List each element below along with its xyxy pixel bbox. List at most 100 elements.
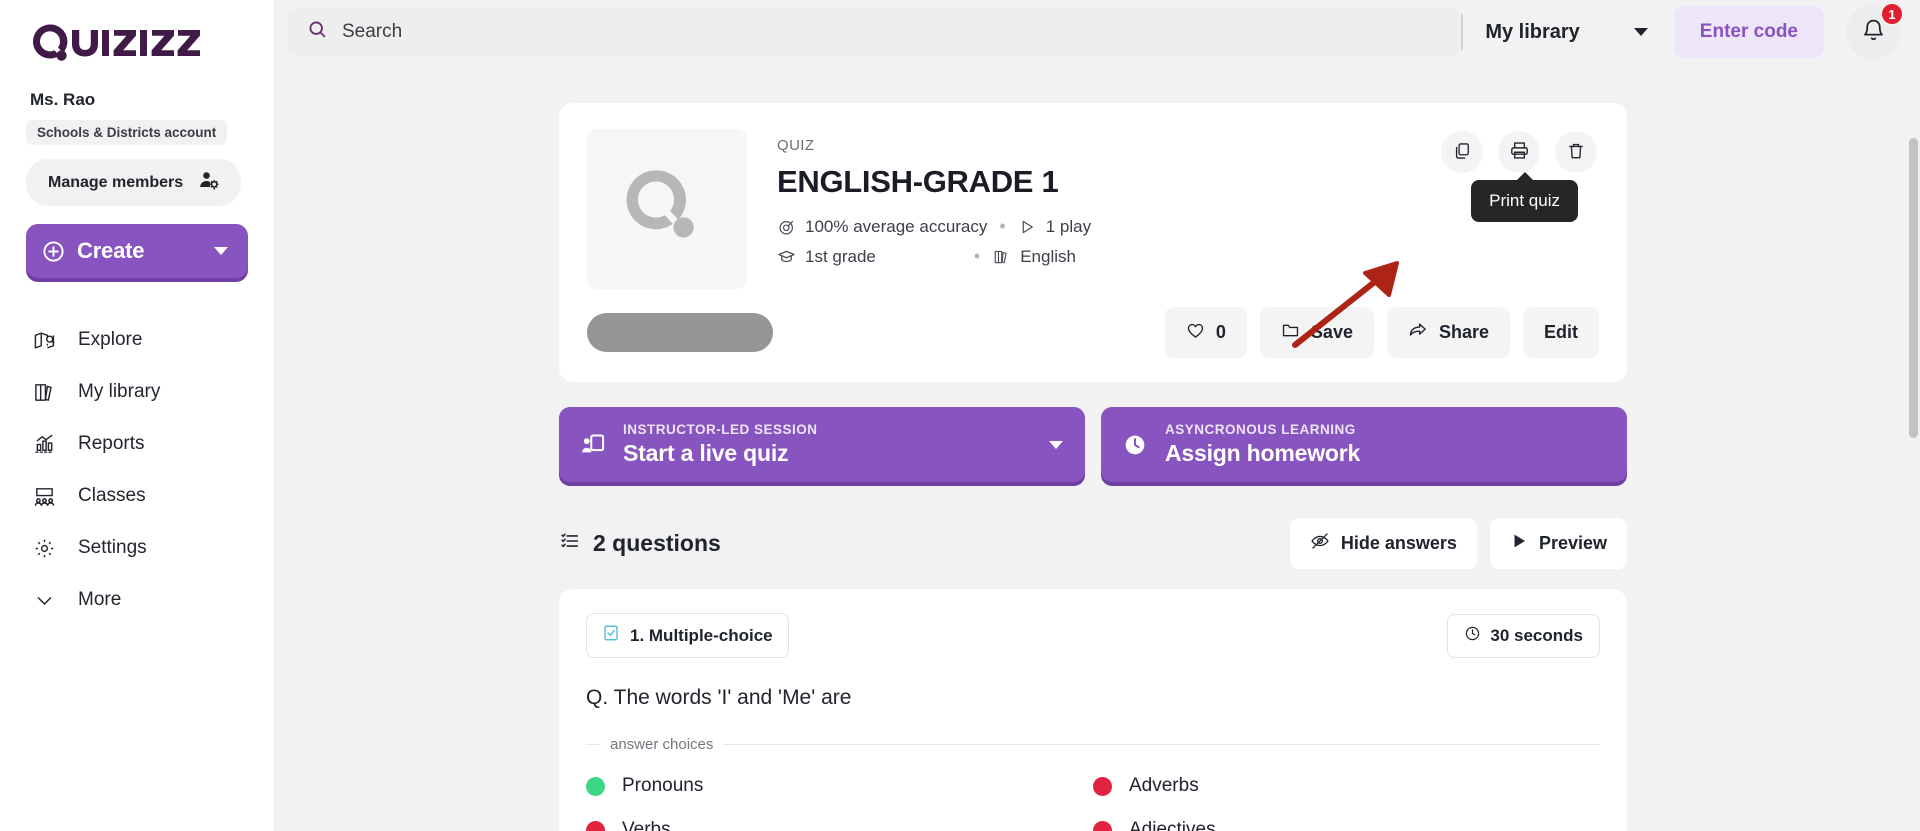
duplicate-quiz-button[interactable]: [1441, 131, 1483, 173]
sidebar-item-more[interactable]: More: [0, 574, 274, 626]
quizizz-logo-text: [30, 22, 274, 62]
manage-user-icon: [199, 170, 219, 195]
quiz-meta-row-tags: 1st grade •: [777, 246, 1599, 267]
subject-text: English: [1020, 247, 1076, 267]
questions-tool-buttons: Hide answers Preview: [1290, 518, 1627, 569]
play-icon: [1510, 532, 1528, 555]
library-selector[interactable]: My library: [1461, 14, 1647, 50]
question-type-label: 1. Multiple-choice: [630, 626, 773, 646]
graduation-cap-icon: [777, 247, 796, 266]
save-button[interactable]: Save: [1260, 307, 1374, 358]
hide-answers-button[interactable]: Hide answers: [1290, 518, 1477, 569]
questions-count-label: 2 questions: [593, 530, 721, 557]
question-time-label: 30 seconds: [1490, 626, 1583, 646]
present-screen-icon: [579, 431, 607, 459]
answer-text: Verbs: [622, 819, 671, 831]
notifications-button[interactable]: 1: [1846, 5, 1900, 59]
answer-choices-label: answer choices: [610, 736, 713, 753]
create-button-label: Create: [77, 238, 202, 264]
answer-status-dot: [586, 777, 605, 796]
user-name: Ms. Rao: [30, 90, 274, 110]
clock-icon: [1464, 625, 1481, 647]
session-label: Assign homework: [1165, 440, 1360, 467]
answer-text: Pronouns: [622, 775, 703, 797]
search-icon: [307, 19, 328, 45]
session-kicker: ASYNCRONOUS LEARNING: [1165, 422, 1360, 437]
questions-count: 2 questions: [559, 530, 721, 558]
session-label: Start a live quiz: [623, 440, 818, 467]
create-button[interactable]: Create: [26, 224, 248, 278]
quizizz-wordmark-icon: [30, 22, 230, 62]
sidebar-item-label: Explore: [78, 329, 142, 351]
sidebar-item-my-library[interactable]: My library: [0, 366, 274, 418]
session-buttons-row: INSTRUCTOR-LED SESSION Start a live quiz: [559, 407, 1627, 482]
sidebar-item-settings[interactable]: Settings: [0, 522, 274, 574]
plays-text: 1 play: [1046, 217, 1091, 237]
plus-circle-icon: [42, 240, 65, 263]
answer-choices-legend: answer choices: [586, 736, 1600, 753]
question-card: 1. Multiple-choice 30 seconds: [559, 589, 1627, 831]
search-input[interactable]: Search: [287, 8, 1461, 56]
question-card-header: 1. Multiple-choice 30 seconds: [586, 613, 1600, 658]
sidebar-item-label: My library: [78, 381, 160, 403]
enter-code-button[interactable]: Enter code: [1674, 6, 1824, 58]
chevron-down-icon: [1634, 28, 1648, 36]
quiz-icon-actions: [1441, 131, 1597, 173]
edit-button[interactable]: Edit: [1523, 307, 1599, 358]
sidebar-item-reports[interactable]: Reports: [0, 418, 274, 470]
accuracy-text: 100% average accuracy: [805, 217, 987, 237]
search-placeholder: Search: [342, 21, 402, 43]
preview-label: Preview: [1539, 533, 1607, 554]
folder-icon: [1281, 321, 1300, 345]
manage-members-label: Manage members: [48, 174, 183, 192]
play-icon: [1018, 217, 1037, 236]
eye-off-icon: [1310, 531, 1330, 556]
sidebar-item-classes[interactable]: Classes: [0, 470, 274, 522]
delete-quiz-button[interactable]: [1555, 131, 1597, 173]
like-count: 0: [1216, 322, 1226, 343]
top-bar: Search My library Enter code 1: [275, 0, 1920, 64]
answer-choice: Pronouns: [586, 775, 1093, 797]
sidebar-item-label: Classes: [78, 485, 146, 507]
print-quiz-button[interactable]: [1498, 131, 1540, 173]
legend-line-right: [723, 744, 1600, 745]
meta-separator: •: [974, 246, 980, 267]
like-button[interactable]: 0: [1165, 307, 1247, 358]
grade-text: 1st grade: [805, 247, 876, 267]
sidebar-item-explore[interactable]: Explore: [0, 314, 274, 366]
session-kicker: INSTRUCTOR-LED SESSION: [623, 422, 818, 437]
chevron-down-icon: [32, 588, 56, 612]
grade-tag: 1st grade: [777, 247, 876, 267]
bar-chart-icon: [32, 432, 56, 456]
answer-status-dot: [586, 821, 605, 831]
questions-toolbar: 2 questions Hide answers: [559, 518, 1627, 569]
library-selector-label: My library: [1485, 21, 1579, 44]
meta-separator: •: [999, 216, 1005, 237]
logo[interactable]: [0, 0, 274, 62]
start-live-quiz-button[interactable]: INSTRUCTOR-LED SESSION Start a live quiz: [559, 407, 1085, 482]
quizizz-placeholder-icon: [621, 163, 713, 255]
quiz-action-buttons: 0 Save: [1165, 307, 1599, 358]
preview-button[interactable]: Preview: [1490, 518, 1627, 569]
sidebar-item-label: Reports: [78, 433, 145, 455]
scrollbar-track[interactable]: [1907, 128, 1920, 831]
gear-icon: [32, 536, 56, 560]
answer-choice: Verbs: [586, 819, 1093, 831]
target-accuracy-icon: [777, 217, 796, 236]
assign-homework-button[interactable]: ASYNCRONOUS LEARNING Assign homework: [1101, 407, 1627, 482]
bell-icon: [1861, 18, 1886, 46]
scrollbar-thumb[interactable]: [1909, 138, 1918, 438]
heart-icon: [1186, 321, 1205, 345]
share-button[interactable]: Share: [1387, 307, 1510, 358]
author-redaction-bar: [587, 313, 773, 352]
manage-members-button[interactable]: Manage members: [26, 159, 241, 206]
subject-tag: English: [992, 247, 1076, 267]
main-area: Search My library Enter code 1: [275, 0, 1920, 831]
answer-choices-grid: Pronouns Adverbs Verbs Adjectives: [586, 775, 1600, 831]
sidebar: Ms. Rao Schools & Districts account Mana…: [0, 0, 275, 831]
printer-icon: [1509, 140, 1530, 164]
answer-choice: Adverbs: [1093, 775, 1600, 797]
print-quiz-tooltip: Print quiz: [1471, 180, 1578, 222]
quiz-thumbnail: [587, 129, 747, 289]
copy-icon: [1452, 141, 1472, 164]
